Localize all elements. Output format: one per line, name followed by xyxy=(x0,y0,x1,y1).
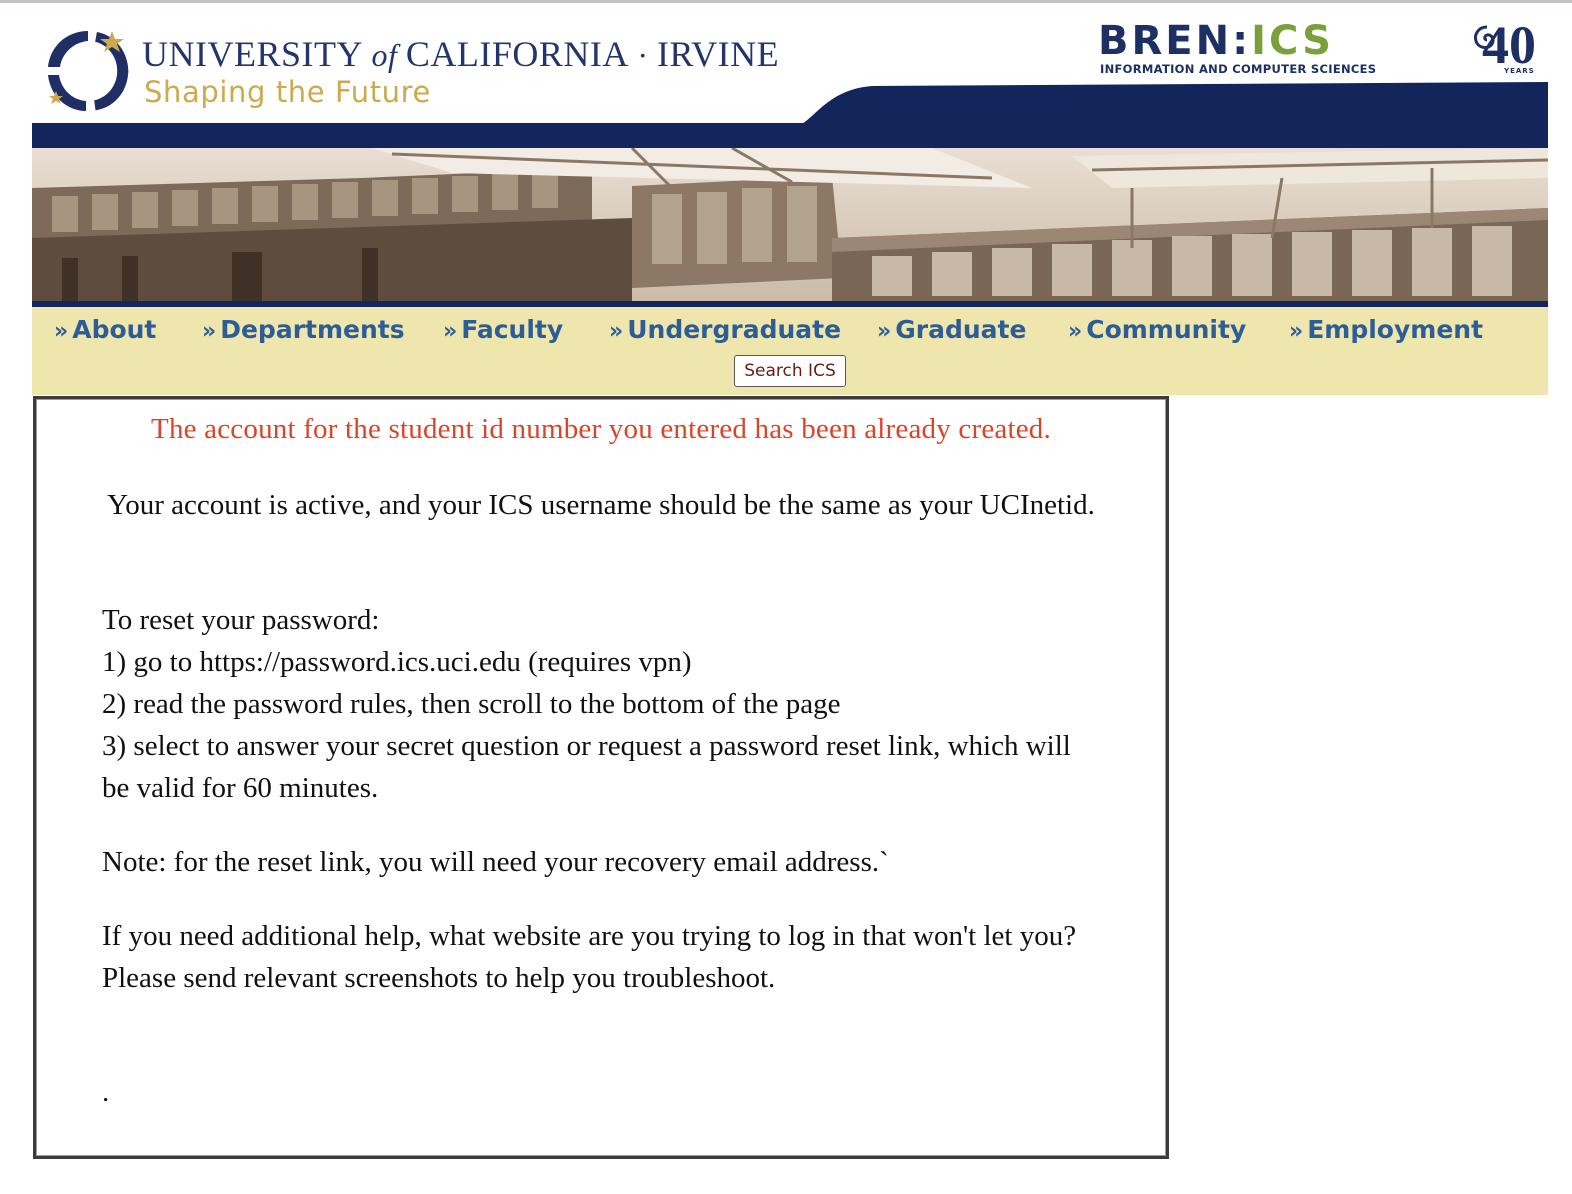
reset-heading: To reset your password: xyxy=(102,604,380,636)
reset-instructions: To reset your password: 1) go to https:/… xyxy=(102,599,1102,809)
nav-undergraduate[interactable]: » Undergraduate xyxy=(609,315,841,344)
main-nav: » About » Departments » Faculty » Undergradu… xyxy=(32,307,1548,395)
nav-faculty-label: Faculty xyxy=(461,315,564,344)
reset-step-3: 3) select to answer your secret question… xyxy=(102,730,1071,804)
nav-bullet: » xyxy=(202,319,217,344)
nav-departments[interactable]: » Departments xyxy=(202,315,405,344)
recovery-note: Note: for the reset link, you will need … xyxy=(102,846,889,878)
nav-about-label: About xyxy=(72,315,157,344)
building-banner-image xyxy=(32,148,1548,302)
header-curve-shape xyxy=(792,82,1548,127)
help-message: If you need additional help, what websit… xyxy=(102,920,1077,994)
nav-departments-label: Departments xyxy=(220,315,405,344)
anniversary-badge: 40 YEARS xyxy=(1470,15,1548,79)
anniversary-label: YEARS xyxy=(1504,67,1535,75)
nav-undergraduate-label: Undergraduate xyxy=(627,315,842,344)
bren-text: BREN: xyxy=(1098,18,1252,64)
uci-tagline: Shaping the Future xyxy=(144,75,431,109)
trailing-dot: . xyxy=(102,1076,110,1108)
message-box: The account for the student id number yo… xyxy=(33,396,1169,1159)
uci-seal-icon[interactable] xyxy=(42,25,134,117)
bren-wordmark: BREN:ICS xyxy=(1098,21,1334,61)
nav-employment[interactable]: » Employment xyxy=(1289,315,1483,344)
reset-step-1: 1) go to https://password.ics.uci.edu (r… xyxy=(102,646,692,678)
uci-wordmark[interactable]: UNIVERSITY of CALIFORNIA · IRVINE xyxy=(142,33,779,75)
uci-california: CALIFORNIA xyxy=(405,34,629,74)
nav-bullet: » xyxy=(609,319,624,344)
nav-about[interactable]: » About xyxy=(54,315,156,344)
header-navy-band xyxy=(32,123,1548,148)
nav-bullet: » xyxy=(54,319,69,344)
nav-bullet: » xyxy=(443,319,458,344)
nav-employment-label: Employment xyxy=(1307,315,1484,344)
reset-step-2: 2) read the password rules, then scroll … xyxy=(102,688,841,720)
uci-university: UNIVERSITY xyxy=(142,34,363,74)
nav-bullet: » xyxy=(1068,319,1083,344)
nav-bullet: » xyxy=(877,319,892,344)
nav-community[interactable]: » Community xyxy=(1068,315,1246,344)
nav-community-label: Community xyxy=(1086,315,1247,344)
uci-irvine: IRVINE xyxy=(657,34,780,74)
nav-graduate-label: Graduate xyxy=(895,315,1027,344)
search-ics-button[interactable]: Search ICS xyxy=(734,355,846,387)
uci-of: of xyxy=(371,37,398,73)
nav-graduate[interactable]: » Graduate xyxy=(877,315,1026,344)
account-active-message: Your account is active, and your ICS use… xyxy=(107,489,1095,521)
error-message: The account for the student id number yo… xyxy=(151,413,1051,445)
uci-separator: · xyxy=(637,37,649,73)
bren-ics-logo[interactable]: BREN:ICS INFORMATION AND COMPUTER SCIENC… xyxy=(1098,15,1548,83)
ics-text: ICS xyxy=(1251,18,1334,64)
nav-faculty[interactable]: » Faculty xyxy=(443,315,563,344)
bren-subtitle: INFORMATION AND COMPUTER SCIENCES xyxy=(1100,62,1377,76)
nav-bullet: » xyxy=(1289,319,1304,344)
anniversary-number: 40 xyxy=(1482,15,1536,75)
site-header: UNIVERSITY of CALIFORNIA · IRVINE Shapin… xyxy=(32,3,1548,148)
